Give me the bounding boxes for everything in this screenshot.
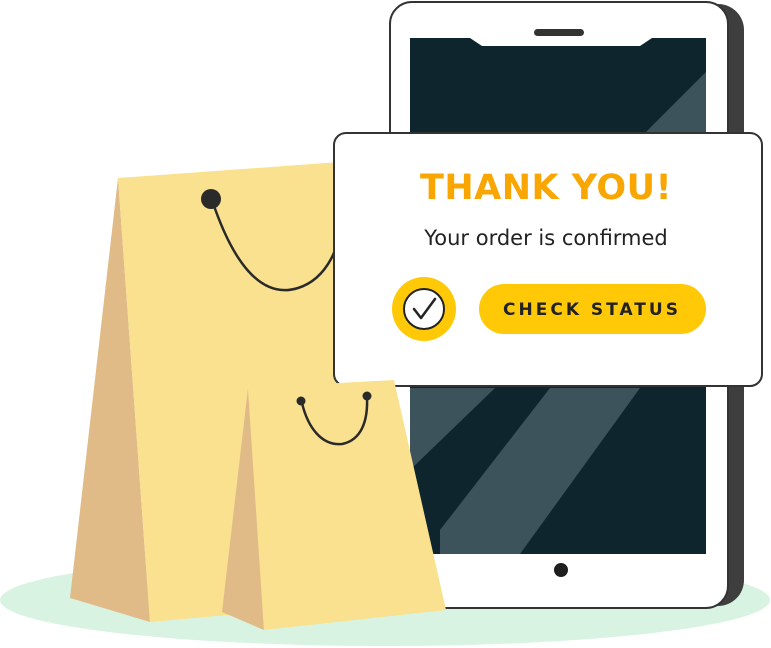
home-button-icon[interactable]: [554, 563, 568, 577]
card-message: Your order is confirmed: [423, 226, 668, 250]
check-circle-icon: [392, 277, 456, 341]
confirmation-card: THANK YOU! Your order is confirmed CHECK…: [333, 132, 763, 387]
phone-speaker: [534, 29, 584, 36]
check-status-button-label: CHECK STATUS: [503, 300, 681, 320]
large-bag-handle-rivet: [201, 189, 221, 209]
phone-notch: [470, 38, 652, 46]
order-confirmation-illustration: THANK YOU! Your order is confirmed CHECK…: [0, 1, 770, 646]
small-bag-handle-rivet: [296, 396, 306, 406]
card-title: THANK YOU!: [420, 168, 672, 208]
small-bag-handle-rivet: [362, 391, 372, 401]
check-status-button[interactable]: CHECK STATUS: [479, 284, 706, 334]
